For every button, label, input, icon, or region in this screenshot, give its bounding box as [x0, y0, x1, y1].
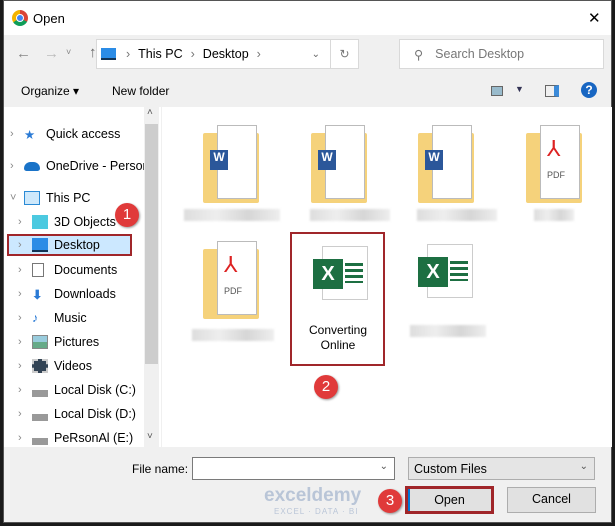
- file-item-pdf-1[interactable]: ⅄ PDF: [520, 119, 590, 209]
- step-badge-2: 2: [314, 375, 338, 399]
- view-dropdown-icon[interactable]: ▼: [515, 84, 524, 94]
- disk-icon: [32, 383, 48, 397]
- document-icon: [32, 263, 44, 277]
- scroll-up-arrow[interactable]: ˄: [147, 107, 153, 118]
- breadcrumb-desktop[interactable]: Desktop: [203, 47, 249, 61]
- blurred-name: [417, 209, 497, 221]
- search-icon: ⚲: [414, 47, 424, 62]
- address-dropdown[interactable]: ⌄: [312, 49, 320, 60]
- title-bar: Open ✕: [4, 1, 611, 35]
- desktop-icon: [32, 238, 48, 252]
- download-icon: ⬇: [32, 288, 43, 302]
- chrome-icon: [12, 10, 28, 26]
- sidebar-item-onedrive[interactable]: › OneDrive - Persor: [10, 155, 147, 177]
- sidebar-item-downloads[interactable]: › ⬇ Downloads: [18, 283, 116, 305]
- sidebar-item-quick-access[interactable]: › ★ Quick access: [10, 123, 120, 145]
- file-item-pdf-2[interactable]: ⅄ PDF: [197, 235, 267, 325]
- sidebar-item-local-disk-d[interactable]: › Local Disk (D:): [18, 403, 136, 425]
- videos-icon: [32, 359, 48, 373]
- search-input[interactable]: ⚲ Search Desktop: [399, 39, 604, 69]
- file-item-word-2[interactable]: W: [305, 119, 375, 209]
- pc-icon: [101, 48, 116, 60]
- forward-button[interactable]: →: [44, 45, 59, 62]
- pictures-icon: [32, 335, 48, 349]
- sidebar-item-documents[interactable]: › Documents: [18, 259, 117, 281]
- cube-icon: [32, 215, 48, 229]
- blurred-name: [534, 209, 574, 221]
- step-badge-3: 3: [378, 489, 402, 513]
- open-button[interactable]: Open: [405, 486, 494, 514]
- blurred-name: [410, 325, 486, 337]
- file-name-label: Converting Online: [308, 323, 368, 352]
- back-button[interactable]: ←: [16, 45, 31, 62]
- sidebar-item-local-disk-c[interactable]: › Local Disk (C:): [18, 379, 136, 401]
- music-icon: ♪: [32, 311, 39, 325]
- cloud-icon: [24, 161, 40, 171]
- computer-icon: [24, 191, 40, 205]
- file-item-converting-online[interactable]: X Converting Online: [290, 232, 385, 366]
- exceldemy-watermark: exceldemy EXCEL · DATA · BI: [264, 485, 362, 516]
- sidebar-item-music[interactable]: › ♪ Music: [18, 307, 87, 329]
- blurred-name: [192, 329, 274, 341]
- file-item-word-3[interactable]: W: [412, 119, 482, 209]
- recent-dropdown[interactable]: ˅: [66, 47, 71, 57]
- address-bar[interactable]: › This PC › Desktop › ⌄: [96, 39, 331, 69]
- navigation-pane: › ★ Quick access › OneDrive - Persor ˅ This …: [4, 107, 161, 447]
- new-folder-button[interactable]: New folder: [112, 84, 169, 98]
- excel-file-icon: X: [313, 246, 368, 300]
- refresh-button[interactable]: ↻: [331, 39, 359, 69]
- blurred-name: [310, 209, 390, 221]
- view-options-icon[interactable]: [491, 86, 503, 96]
- scroll-down-arrow[interactable]: ˅: [147, 431, 153, 442]
- preview-pane-icon[interactable]: [545, 85, 559, 97]
- sidebar-item-this-pc[interactable]: ˅ This PC: [10, 187, 90, 209]
- chevron-down-icon[interactable]: ⌄: [380, 461, 388, 472]
- sidebar-item-pictures[interactable]: › Pictures: [18, 331, 99, 353]
- file-type-select[interactable]: Custom Files ⌄: [408, 457, 595, 480]
- organize-button[interactable]: Organize ▾: [21, 84, 79, 98]
- file-name-label: File name:: [132, 462, 189, 476]
- breadcrumb-this-pc[interactable]: This PC: [138, 47, 182, 61]
- sidebar-item-videos[interactable]: › Videos: [18, 355, 92, 377]
- sidebar-scroll-thumb[interactable]: [145, 124, 158, 364]
- window-title: Open: [33, 11, 65, 26]
- file-item-word-1[interactable]: W: [197, 119, 267, 209]
- file-item-excel-2[interactable]: X: [418, 244, 473, 298]
- disk-icon: [32, 407, 48, 421]
- sidebar-item-3d-objects[interactable]: › 3D Objects: [18, 211, 116, 233]
- file-list: W W W ⅄ PDF ⅄ PDF X Converting Online X 2: [162, 107, 612, 447]
- step-badge-1: 1: [115, 203, 139, 227]
- toolbar: Organize ▾ New folder ▼ ?: [4, 76, 611, 107]
- close-button[interactable]: ✕: [588, 9, 601, 27]
- sidebar-item-desktop[interactable]: › Desktop: [7, 234, 132, 256]
- help-icon[interactable]: ?: [581, 82, 597, 98]
- blurred-name: [184, 209, 280, 221]
- disk-icon: [32, 431, 48, 445]
- chevron-down-icon: ⌄: [579, 461, 588, 472]
- open-dialog: Open ✕ ← → ˅ ↑ › This PC › Desktop › ⌄ ↻…: [3, 0, 612, 523]
- sidebar-item-personal-e[interactable]: › PeRsonAl (E:): [18, 427, 133, 447]
- star-icon: ★: [24, 128, 36, 142]
- file-name-input[interactable]: ⌄: [192, 457, 395, 480]
- cancel-button[interactable]: Cancel: [507, 487, 596, 513]
